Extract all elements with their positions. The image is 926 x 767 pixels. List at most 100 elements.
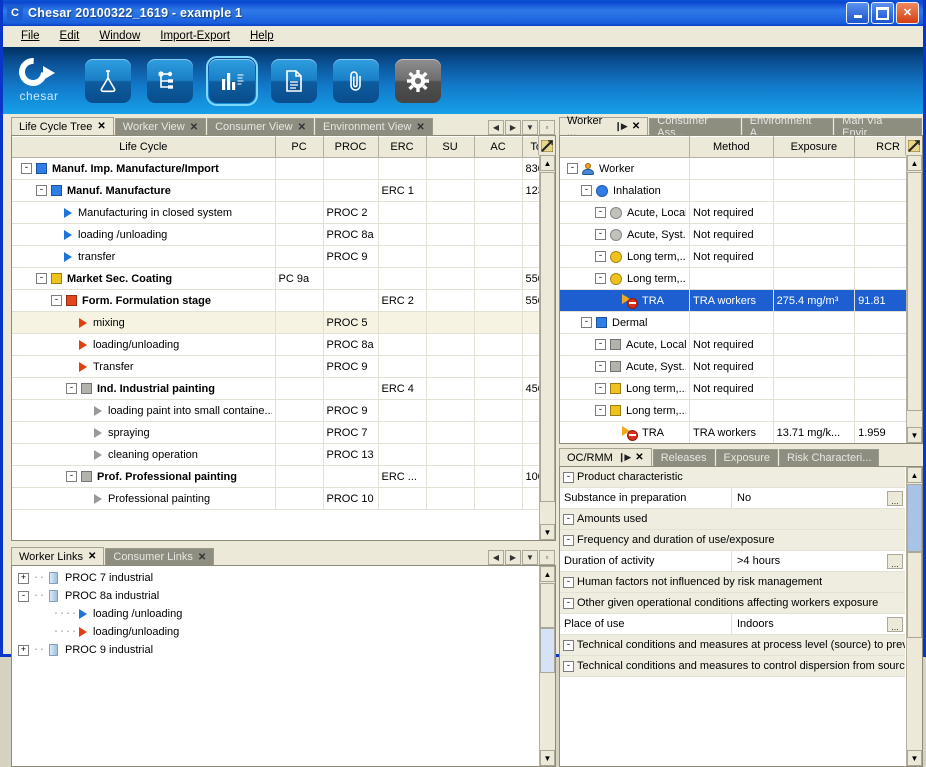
expander-toggle[interactable]: -	[51, 295, 62, 306]
table-row[interactable]: Manufacturing in closed system PROC 2	[12, 201, 555, 224]
links-vscrollbar[interactable]: ▲ ▼	[539, 566, 555, 766]
scroll-left-icon[interactable]: ◀	[488, 550, 504, 565]
property-group-row[interactable]: - Technical conditions and measures to co…	[560, 656, 905, 677]
col-method[interactable]: Method	[689, 136, 774, 158]
expander-toggle[interactable]: -	[567, 163, 578, 174]
property-value[interactable]: No	[732, 488, 887, 508]
attachment-paperclip-icon[interactable]	[333, 58, 379, 103]
assessment-chart-icon[interactable]	[206, 55, 258, 106]
col-ac[interactable]: AC	[474, 136, 523, 158]
property-group-row[interactable]: - Frequency and duration of use/exposure	[560, 530, 905, 551]
close-icon[interactable]: ✕	[88, 551, 96, 562]
tab-worker-links[interactable]: Worker Links ✕	[11, 547, 105, 565]
close-icon[interactable]: ✕	[97, 121, 105, 132]
table-row[interactable]: - Acute, Syst... Not required	[560, 355, 922, 378]
property-group-row[interactable]: - Technical conditions and measures at pr…	[560, 635, 905, 656]
col-erc[interactable]: ERC	[378, 136, 427, 158]
property-row[interactable]: Place of use Indoors...	[560, 613, 905, 635]
expander-toggle[interactable]: -	[563, 576, 574, 588]
scroll-up-icon[interactable]: ▲	[540, 155, 555, 171]
property-group-row[interactable]: - Product characteristic	[560, 467, 905, 488]
table-row[interactable]: - Ind. Industrial painting ERC 4 4500	[12, 377, 555, 400]
tab-consumer-view[interactable]: Consumer View ✕	[207, 118, 314, 135]
table-row[interactable]: Professional painting PROC 10	[12, 487, 555, 510]
close-icon[interactable]: ✕	[190, 122, 198, 133]
table-row[interactable]: - Long term,... Not required	[560, 377, 922, 400]
tab-releases[interactable]: Releases	[652, 449, 715, 466]
expander-toggle[interactable]: -	[18, 590, 29, 602]
table-row[interactable]: loading paint into small containe... PROC…	[12, 399, 555, 422]
table-row[interactable]: mixing PROC 5	[12, 311, 555, 334]
expander-toggle[interactable]: -	[36, 185, 47, 196]
maximize-pane-icon[interactable]: ▫	[539, 120, 555, 135]
expander-toggle[interactable]: +	[18, 572, 29, 584]
life-cycle-tree-icon[interactable]	[147, 58, 193, 103]
scroll-thumb[interactable]	[540, 628, 555, 673]
table-row[interactable]: - Manuf. Imp. Manufacture/Import 8300	[12, 157, 555, 180]
expander-toggle[interactable]: -	[595, 405, 606, 416]
scroll-down-icon[interactable]: ▼	[907, 427, 922, 443]
property-group-row[interactable]: - Human factors not influenced by risk ma…	[560, 572, 905, 593]
table-row[interactable]: - Inhalation	[560, 179, 922, 202]
tab-worker-assessment[interactable]: Worker ... ❙▶ ✕	[559, 116, 649, 135]
expander-toggle[interactable]: -	[595, 361, 606, 372]
table-row[interactable]: - Worker	[560, 157, 922, 180]
col-su[interactable]: SU	[426, 136, 475, 158]
scroll-left-icon[interactable]: ◀	[488, 120, 504, 135]
report-document-icon[interactable]	[271, 58, 317, 103]
property-ellipsis-button[interactable]: ...	[887, 616, 903, 632]
settings-gear-icon[interactable]	[395, 58, 441, 103]
table-row[interactable]: - Acute, Syst... Not required	[560, 223, 922, 246]
maximize-pane-icon[interactable]: ▫	[539, 550, 555, 565]
close-icon[interactable]: ✕	[416, 122, 424, 133]
table-row[interactable]: spraying PROC 7	[12, 421, 555, 444]
chevron-down-icon[interactable]: ▼	[522, 550, 538, 565]
expander-toggle[interactable]: -	[563, 597, 574, 609]
scroll-thumb[interactable]	[907, 484, 922, 552]
substance-icon[interactable]	[85, 58, 131, 103]
tab-environment-assessment[interactable]: Environment A...	[741, 116, 834, 135]
property-row[interactable]: Substance in preparation No...	[560, 487, 905, 509]
tab-man-via-environment[interactable]: Man Via Envir...	[834, 116, 923, 135]
tab-ocrmm[interactable]: OC/RMM ❙▶ ✕	[559, 448, 652, 466]
expander-toggle[interactable]: -	[563, 471, 574, 483]
list-item[interactable]: + ·· PROC 7 industrial	[12, 569, 555, 587]
close-icon[interactable]: ✕	[298, 122, 306, 133]
scroll-track-lower[interactable]	[907, 552, 922, 638]
table-row[interactable]: TRA TRA workers 13.71 mg/k... 1.959	[560, 421, 922, 443]
tab-life-cycle-tree[interactable]: Life Cycle Tree ✕	[11, 117, 114, 135]
close-button[interactable]: ✕	[896, 2, 919, 24]
column-chooser-icon[interactable]	[905, 136, 922, 155]
table-row[interactable]: -Manuf. ManufactureERC 112300	[12, 179, 555, 202]
expander-toggle[interactable]: -	[563, 639, 574, 651]
close-icon[interactable]: ✕	[198, 552, 206, 563]
col-pc[interactable]: PC	[275, 136, 324, 158]
scroll-thumb[interactable]	[907, 172, 922, 411]
expander-toggle[interactable]: -	[581, 317, 592, 328]
scroll-up-icon[interactable]: ▲	[907, 467, 922, 483]
col-proc[interactable]: PROC	[323, 136, 379, 158]
property-ellipsis-button[interactable]: ...	[887, 490, 903, 506]
table-row[interactable]: - Market Sec. Coating PC 9a 5500	[12, 267, 555, 290]
table-row[interactable]: - Long term,... Not required	[560, 245, 922, 268]
scroll-down-icon[interactable]: ▼	[907, 750, 922, 766]
expander-toggle[interactable]: -	[595, 251, 606, 262]
col-life-cycle[interactable]: Life Cycle	[12, 136, 276, 158]
table-row[interactable]: cleaning operation PROC 13	[12, 443, 555, 466]
maximize-button[interactable]	[871, 2, 894, 24]
col-blank[interactable]	[560, 136, 691, 158]
menu-item-import-export[interactable]: Import-Export	[150, 28, 240, 44]
close-icon[interactable]: ✕	[635, 452, 643, 463]
property-ellipsis-button[interactable]: ...	[887, 553, 903, 569]
list-item[interactable]: - ·· PROC 8a industrial	[12, 587, 555, 605]
assessment-vscrollbar[interactable]: ▲ ▼	[906, 155, 922, 443]
table-row[interactable]: - Prof. Professional painting ERC ... 1000	[12, 465, 555, 488]
scroll-right-icon[interactable]: ▶	[505, 550, 521, 565]
menu-item-edit[interactable]: Edit	[50, 28, 90, 44]
expander-toggle[interactable]: -	[21, 163, 32, 174]
detach-icon[interactable]: ❙▶	[618, 452, 632, 463]
table-row[interactable]: Transfer PROC 9	[12, 355, 555, 378]
tab-worker-view[interactable]: Worker View ✕	[114, 118, 207, 135]
chevron-down-icon[interactable]: ▼	[522, 120, 538, 135]
table-row[interactable]: loading /unloading PROC 8a	[12, 223, 555, 246]
